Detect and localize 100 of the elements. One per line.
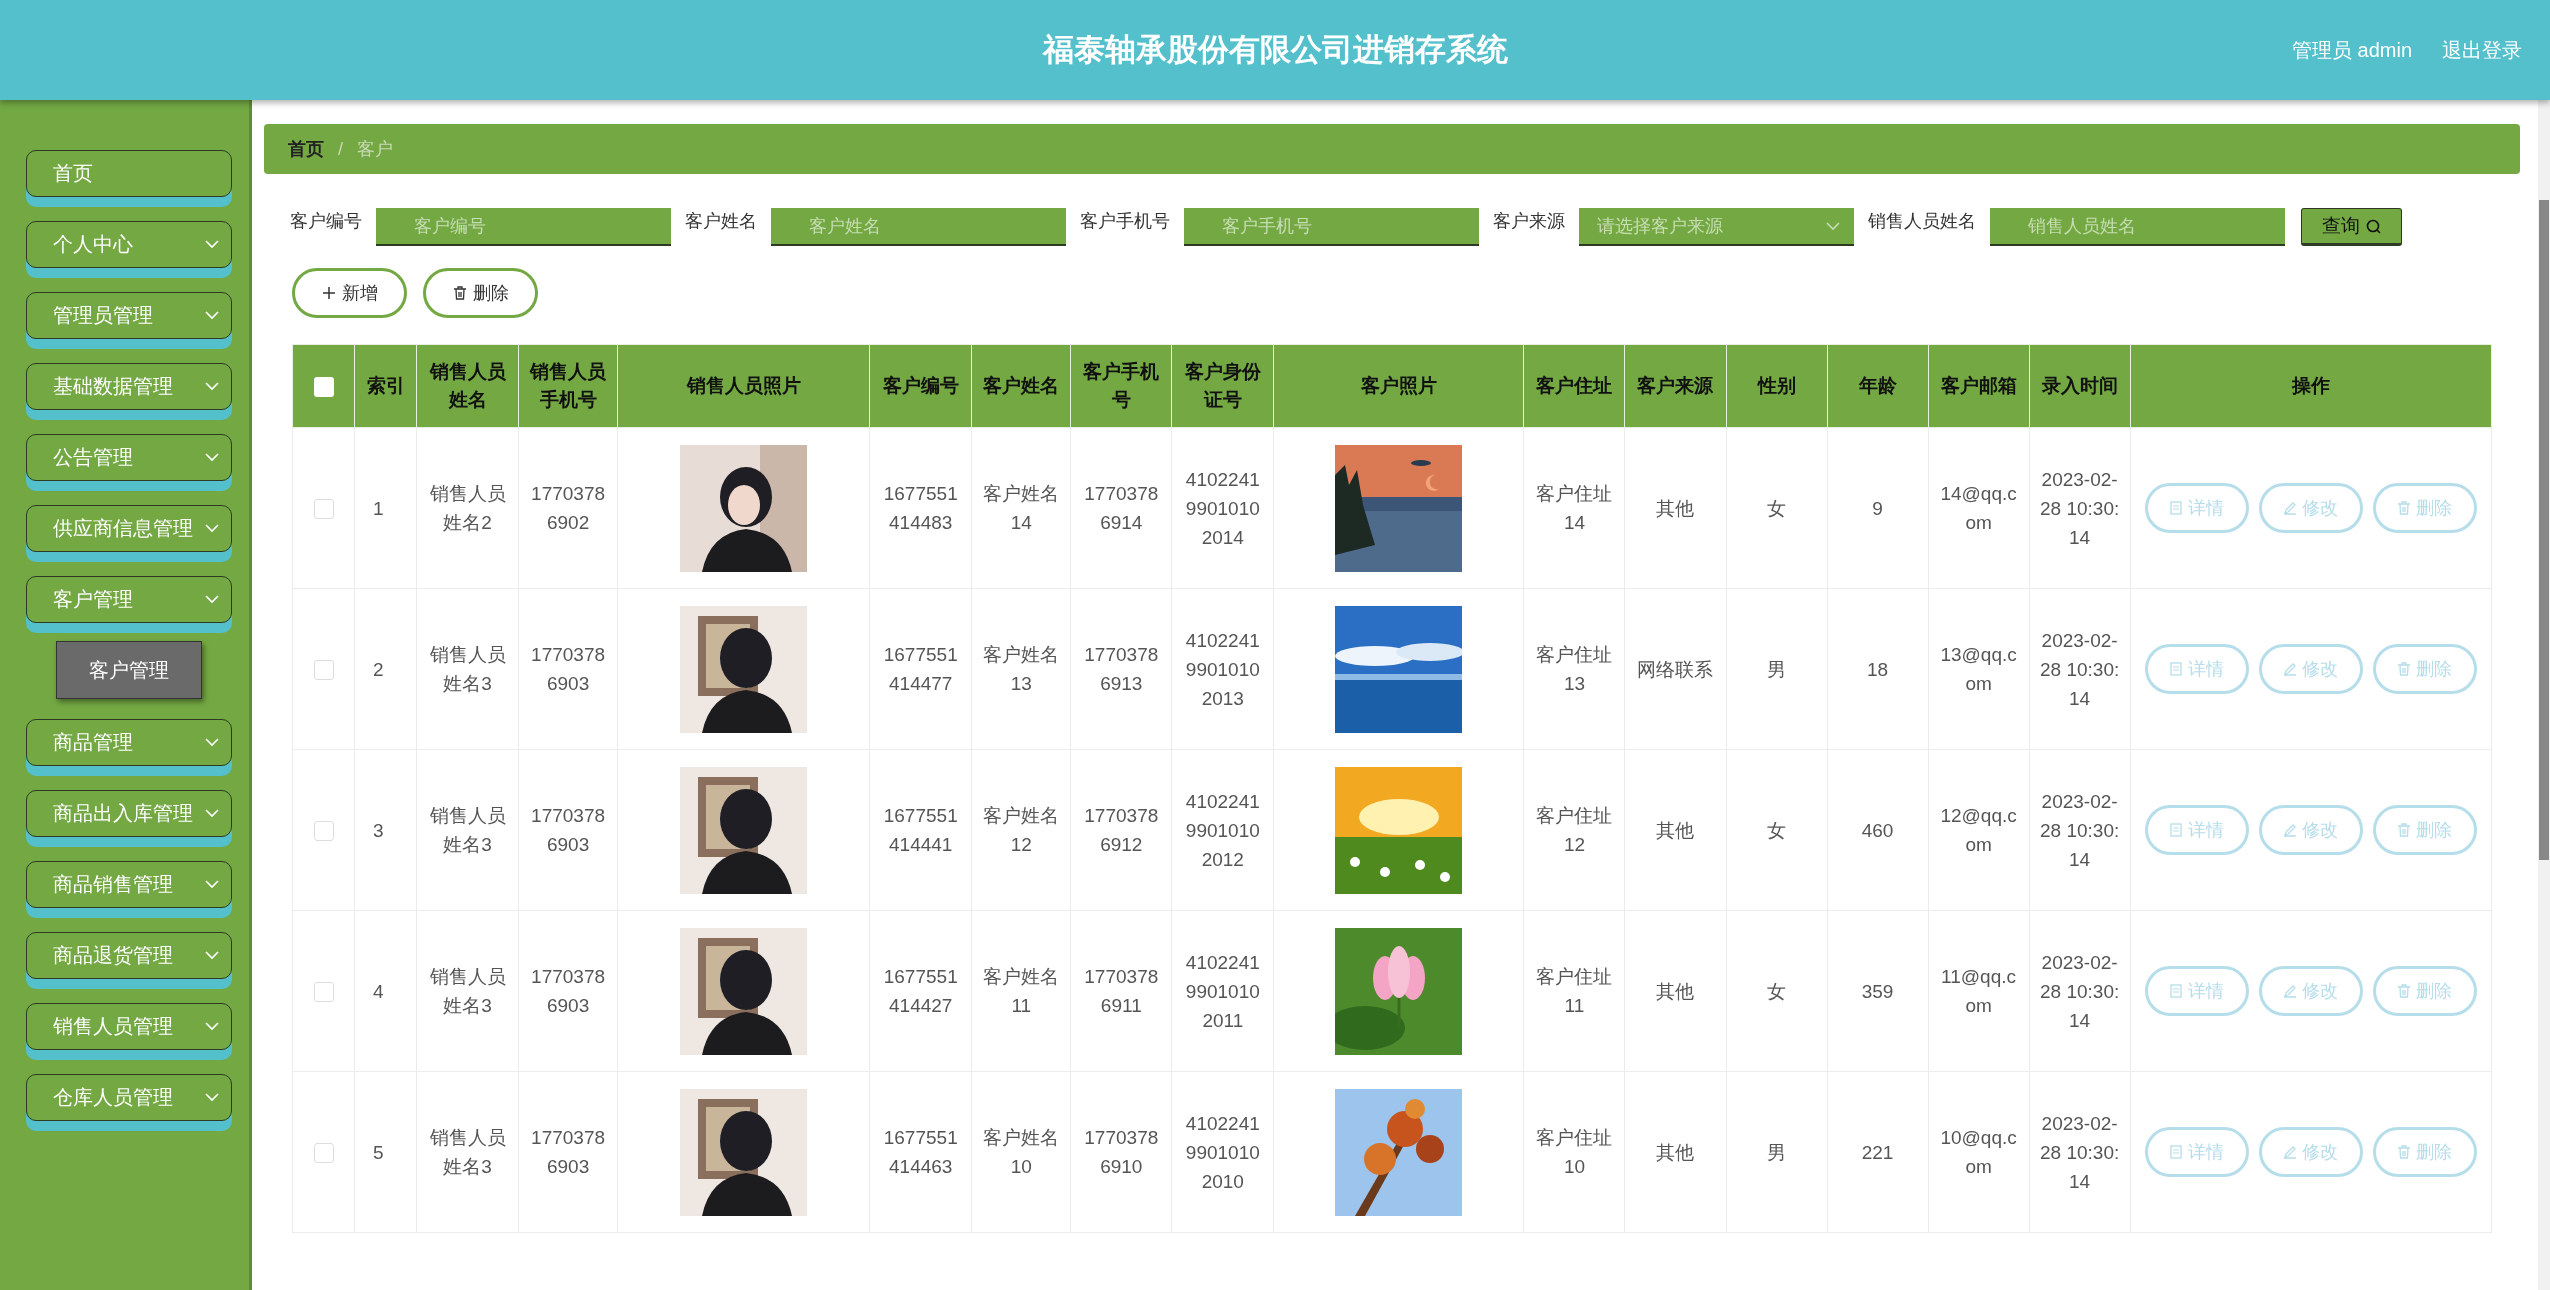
edit-button[interactable]: 修改 <box>2258 644 2363 694</box>
column-header: 客户邮箱 <box>1928 344 2030 428</box>
table-cell: 410224199010102013 <box>1171 588 1274 750</box>
table-cell: 17703786903 <box>518 749 618 911</box>
add-button[interactable]: 新增 <box>292 268 407 318</box>
user-name: 管理员 admin <box>2291 37 2412 63</box>
table-cell: 男 <box>1726 588 1828 750</box>
breadcrumb-link[interactable]: 首页 <box>288 137 324 161</box>
edit-button[interactable]: 修改 <box>2258 1127 2363 1177</box>
input-field[interactable]: 销售人员姓名 <box>1990 208 2285 246</box>
table-cell: 女 <box>1726 427 1828 589</box>
detail-button[interactable]: 详情 <box>2144 805 2249 855</box>
field-label: 客户来源 <box>1493 210 1565 233</box>
table-cell: 销售人员姓名3 <box>416 910 519 1072</box>
table-cell: 17703786903 <box>518 910 618 1072</box>
table-cell: 客户住址13 <box>1523 588 1625 750</box>
table-cell: 17703786911 <box>1070 910 1172 1072</box>
pencil-icon <box>2283 501 2298 515</box>
select-field[interactable]: 请选择客户来源 <box>1579 208 1854 246</box>
delete-button[interactable]: 删除 <box>2372 644 2477 694</box>
table-cell: 其他 <box>1624 910 1726 1072</box>
table-cell: 17703786903 <box>518 1071 618 1233</box>
delete-button[interactable]: 删除 <box>423 268 538 318</box>
table-cell: 客户姓名11 <box>971 910 1071 1072</box>
table-cell: 1677551414463 <box>869 1071 972 1233</box>
table-cell: 销售人员姓名2 <box>416 427 519 589</box>
column-header: 客户住址 <box>1523 344 1625 428</box>
detail-button[interactable]: 详情 <box>2144 1127 2249 1177</box>
table-cell: 221 <box>1827 1071 1929 1233</box>
table-cell: 12@qq.com <box>1928 749 2030 911</box>
field-label: 销售人员姓名 <box>1868 210 1976 233</box>
table-cell: 1677551414427 <box>869 910 972 1072</box>
table-cell: 410224199010102014 <box>1171 427 1274 589</box>
column-header: 客户手机号 <box>1070 344 1172 428</box>
table-cell: 18 <box>1827 588 1929 750</box>
pencil-icon <box>2283 662 2298 676</box>
input-field[interactable]: 客户手机号 <box>1184 208 1479 246</box>
scrollbar[interactable] <box>2538 100 2550 1290</box>
table-cell: 其他 <box>1624 427 1726 589</box>
table-cell: 男 <box>1726 1071 1828 1233</box>
submenu-item[interactable]: 客户管理 <box>56 641 202 699</box>
column-header: 年龄 <box>1827 344 1929 428</box>
row-checkbox[interactable] <box>313 821 334 842</box>
table-cell: 359 <box>1827 910 1929 1072</box>
query-button[interactable]: 查询 <box>2301 208 2402 246</box>
input-field[interactable]: 客户编号 <box>376 208 671 246</box>
column-header: 销售人员手机号 <box>518 344 618 428</box>
table-cell: 客户姓名13 <box>971 588 1071 750</box>
row-checkbox[interactable] <box>313 499 334 520</box>
table-cell: 11@qq.com <box>1928 910 2030 1072</box>
trash-icon <box>2397 501 2412 515</box>
table-cell: 销售人员姓名3 <box>416 1071 519 1233</box>
table-cell: 2023-02-28 10:30:14 <box>2029 588 2131 750</box>
column-header: 客户来源 <box>1624 344 1726 428</box>
column-header: 操作 <box>2130 344 2492 428</box>
table-cell: 女 <box>1726 910 1828 1072</box>
table-cell: 17703786912 <box>1070 749 1172 911</box>
row-checkbox[interactable] <box>313 660 334 681</box>
table-cell: 5 <box>354 1071 417 1233</box>
table-cell: 客户住址12 <box>1523 749 1625 911</box>
table-cell: 17703786903 <box>518 588 618 750</box>
table-cell: 3 <box>354 749 417 911</box>
scrollbar-thumb[interactable] <box>2539 200 2549 860</box>
table-cell: 2023-02-28 10:30:14 <box>2029 910 2131 1072</box>
table-cell: 4 <box>354 910 417 1072</box>
table-cell: 2023-02-28 10:30:14 <box>2029 427 2131 589</box>
breadcrumb-current: 客户 <box>357 138 393 161</box>
column-header: 客户身份证号 <box>1171 344 1274 428</box>
edit-button[interactable]: 修改 <box>2258 483 2363 533</box>
table-cell: 销售人员姓名3 <box>416 749 519 911</box>
row-checkbox[interactable] <box>313 1143 334 1164</box>
edit-button[interactable]: 修改 <box>2258 966 2363 1016</box>
table-cell: 1677551414441 <box>869 749 972 911</box>
detail-button[interactable]: 详情 <box>2144 644 2249 694</box>
delete-button[interactable]: 删除 <box>2372 1127 2477 1177</box>
input-field[interactable]: 客户姓名 <box>771 208 1066 246</box>
table-cell: 9 <box>1827 427 1929 589</box>
trash-icon <box>2397 823 2412 837</box>
delete-button[interactable]: 删除 <box>2372 805 2477 855</box>
column-header: 客户照片 <box>1273 344 1524 428</box>
table-cell: 网络联系 <box>1624 588 1726 750</box>
delete-button[interactable]: 删除 <box>2372 483 2477 533</box>
edit-button[interactable]: 修改 <box>2258 805 2363 855</box>
logout-link[interactable]: 退出登录 <box>2442 36 2522 64</box>
delete-button[interactable]: 删除 <box>2372 966 2477 1016</box>
table-cell: 17703786902 <box>518 427 618 589</box>
table-cell: 17703786913 <box>1070 588 1172 750</box>
table-cell: 其他 <box>1624 1071 1726 1233</box>
search-icon <box>2366 218 2381 234</box>
detail-button[interactable]: 详情 <box>2144 483 2249 533</box>
trash-icon <box>2397 662 2412 676</box>
detail-button[interactable]: 详情 <box>2144 966 2249 1016</box>
document-icon <box>2169 1145 2184 1159</box>
plus-icon <box>321 286 336 300</box>
table-cell: 客户住址10 <box>1523 1071 1625 1233</box>
table-cell: 女 <box>1726 749 1828 911</box>
table-cell: 其他 <box>1624 749 1726 911</box>
select-all-checkbox[interactable] <box>313 377 334 397</box>
row-checkbox[interactable] <box>313 982 334 1003</box>
table-cell: 410224199010102011 <box>1171 910 1274 1072</box>
